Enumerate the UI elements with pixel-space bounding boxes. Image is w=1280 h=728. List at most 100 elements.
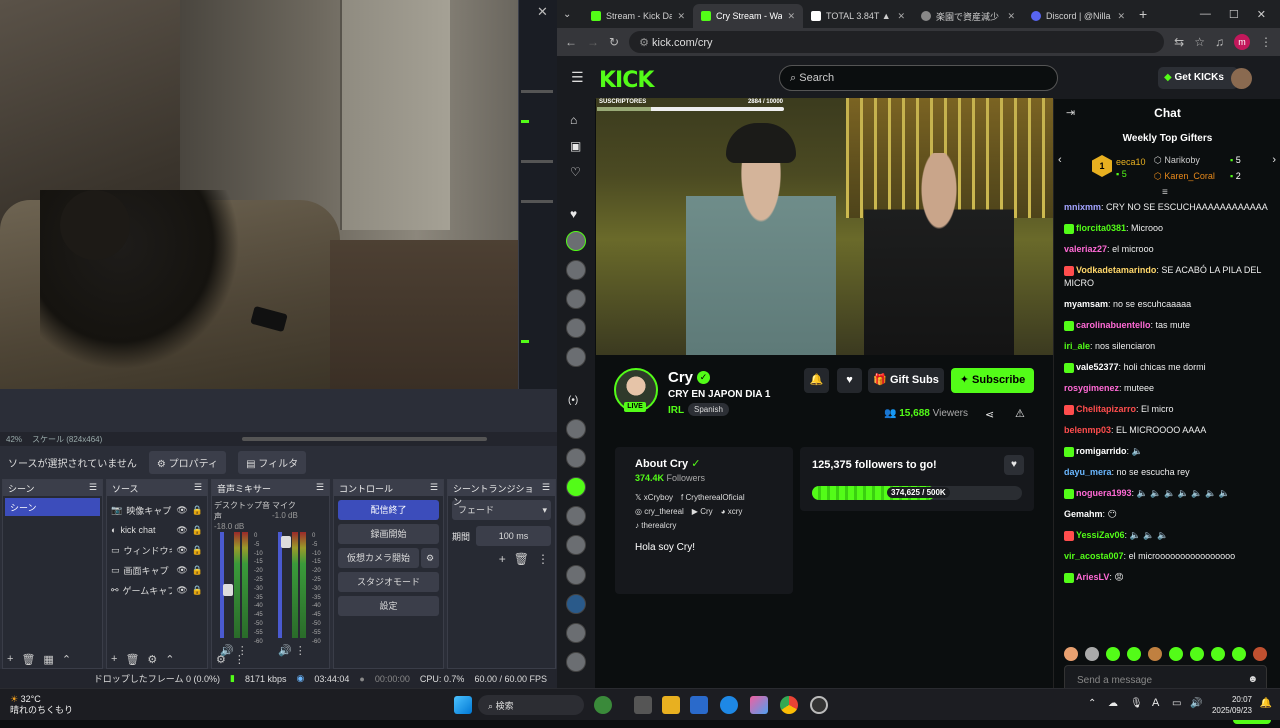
chat-username[interactable]: vir_acosta007 xyxy=(1064,551,1124,561)
add-icon[interactable]: + xyxy=(499,552,506,566)
chevron-right-icon[interactable]: › xyxy=(1272,154,1276,166)
get-kicks-button[interactable]: ◆ Get KICKs xyxy=(1158,67,1238,89)
volume-fader[interactable] xyxy=(278,532,291,638)
followed-channel-avatar[interactable] xyxy=(566,347,586,367)
taskbar-search[interactable]: ⌕ 検索 xyxy=(478,695,584,715)
up-icon[interactable]: ⌃ xyxy=(62,653,71,666)
onedrive-icon[interactable]: ☁ xyxy=(1108,698,1118,709)
source-row[interactable]: ◐ kick chat 👁 🔒 xyxy=(107,520,207,540)
emote-icon[interactable] xyxy=(1253,647,1267,661)
home-icon[interactable]: ⌂ xyxy=(570,113,577,127)
gift-subs-button[interactable]: 🎁 Gift Subs xyxy=(868,368,944,393)
chat-username[interactable]: YessiZav06 xyxy=(1076,530,1125,540)
close-icon[interactable]: ✕ xyxy=(1007,11,1015,22)
subscribe-button[interactable]: ✦ Subscribe xyxy=(951,368,1034,393)
start-recording-button[interactable]: 録画開始 xyxy=(338,524,439,544)
settings-button[interactable]: 設定 xyxy=(338,596,439,616)
up-icon[interactable]: ⌃ xyxy=(165,653,174,666)
volume-icon[interactable]: 🔊 xyxy=(1190,698,1202,709)
dock-menu-icon[interactable]: ☰ xyxy=(194,482,202,494)
chat-username[interactable]: carolinabuentello xyxy=(1076,320,1151,330)
video-player[interactable] xyxy=(596,98,1053,355)
chat-username[interactable]: iri_ale xyxy=(1064,341,1090,351)
obs-icon[interactable] xyxy=(810,696,828,714)
source-row[interactable]: ⚯ ゲームキャプ 👁 🔒 xyxy=(107,580,207,600)
widgets-icon[interactable] xyxy=(594,696,612,714)
media-icon[interactable]: ♫ xyxy=(1215,35,1224,49)
kick-logo[interactable]: KICK xyxy=(599,68,654,93)
recommended-channel-avatar[interactable] xyxy=(566,477,586,497)
close-icon[interactable]: ✕ xyxy=(897,11,905,22)
chevron-up-icon[interactable]: ⌃ xyxy=(1088,698,1096,709)
menu-dots-icon[interactable]: ⋮ xyxy=(1260,35,1272,49)
social-link-youtube[interactable]: ▶ Cry xyxy=(692,507,713,516)
chat-username[interactable]: romigarrido xyxy=(1076,446,1127,456)
filter-icon[interactable]: ▦ xyxy=(43,653,53,666)
tab-discord[interactable]: Discord | @Nilla ✕ xyxy=(1023,4,1133,28)
scene-item[interactable]: シーン xyxy=(5,498,100,516)
chat-username[interactable]: Chelitapizarro xyxy=(1076,404,1136,414)
recommended-channel-avatar[interactable] xyxy=(566,448,586,468)
new-tab-icon[interactable]: + xyxy=(1139,6,1147,22)
social-link-instagram[interactable]: ◎ cry_thereal xyxy=(635,507,684,516)
ime-icon[interactable]: A xyxy=(1152,697,1159,709)
social-link-discord[interactable]: ◕ xcry xyxy=(721,507,743,516)
social-link-facebook[interactable]: f CrytherealOficial xyxy=(681,493,745,502)
chat-username[interactable]: dayu_mera xyxy=(1064,467,1112,477)
eye-icon[interactable]: 👁 xyxy=(176,585,187,596)
more-icon[interactable]: ⋮ xyxy=(295,645,306,657)
report-warning-icon[interactable]: ⚠ xyxy=(1015,407,1025,420)
maximize-icon[interactable]: ☐ xyxy=(1229,8,1239,21)
task-view-icon[interactable] xyxy=(634,696,652,714)
start-windows-icon[interactable] xyxy=(454,696,472,714)
chat-username[interactable]: myamsam xyxy=(1064,299,1108,309)
emote-icon[interactable] xyxy=(1085,647,1099,661)
more-icon[interactable]: ⋮ xyxy=(537,552,549,566)
emote-icon[interactable] xyxy=(1064,647,1078,661)
emote-icon[interactable] xyxy=(1211,647,1225,661)
chat-username[interactable]: Vodkadetamarindo xyxy=(1076,265,1156,275)
add-icon[interactable]: + xyxy=(111,653,117,666)
following-heart-icon[interactable]: ♡ xyxy=(570,165,581,179)
follow-heart-icon[interactable]: ♥ xyxy=(837,368,862,393)
transition-select[interactable]: フェード ▾ xyxy=(452,500,551,520)
pinned-toggle-icon[interactable]: ≡ xyxy=(1162,187,1168,198)
chat-username[interactable]: mnixmm xyxy=(1064,202,1101,212)
close-icon[interactable]: ✕ xyxy=(677,11,685,22)
close-window-icon[interactable]: ✕ xyxy=(1257,8,1266,21)
source-row[interactable]: ▭ 画面キャプ 👁 🔒 xyxy=(107,560,207,580)
trash-icon[interactable]: 🗑 xyxy=(125,653,139,666)
hamburger-menu-icon[interactable]: ☰ xyxy=(571,69,584,86)
copilot-icon[interactable] xyxy=(750,696,768,714)
reload-icon[interactable]: ↻ xyxy=(609,35,619,49)
search-input[interactable]: ⌕ Search xyxy=(779,65,1058,91)
virtual-camera-button[interactable]: 仮想カメラ開始 xyxy=(338,548,419,568)
lock-icon[interactable]: 🔒 xyxy=(192,565,203,576)
lock-icon[interactable]: 🔒 xyxy=(192,585,203,596)
source-row[interactable]: ▭ ウィンドウキ 👁 🔒 xyxy=(107,540,207,560)
speaker-icon[interactable]: 🔊 xyxy=(278,645,292,657)
share-icon[interactable]: ⋖ xyxy=(985,408,994,421)
dock-menu-icon[interactable]: ☰ xyxy=(89,482,97,494)
emote-icon[interactable] xyxy=(1106,647,1120,661)
edge-icon[interactable] xyxy=(720,696,738,714)
social-link-x[interactable]: 𝕏 xCryboy xyxy=(635,493,673,502)
duration-input[interactable]: 100 ms xyxy=(476,526,551,546)
preview-scrollbar[interactable] xyxy=(242,437,487,441)
user-avatar[interactable] xyxy=(1231,68,1252,89)
gear-icon[interactable]: ⚙ xyxy=(421,548,439,568)
bell-icon[interactable]: 🔔 xyxy=(804,368,829,393)
zoom-level[interactable]: 42% xyxy=(6,435,22,444)
translate-icon[interactable]: ⇆ xyxy=(1174,35,1184,49)
recommended-channel-avatar[interactable] xyxy=(566,594,586,614)
gear-icon[interactable]: ⚙ xyxy=(216,653,226,666)
dock-menu-icon[interactable]: ☰ xyxy=(316,482,324,494)
eye-icon[interactable]: 👁 xyxy=(176,545,187,556)
emoji-icon[interactable]: ☻ xyxy=(1247,674,1258,685)
chat-username[interactable]: florcita0381 xyxy=(1076,223,1126,233)
dock-menu-icon[interactable]: ☰ xyxy=(542,482,550,494)
chat-username[interactable]: Gemahm xyxy=(1064,509,1103,519)
emote-icon[interactable] xyxy=(1169,647,1183,661)
recommended-channel-avatar[interactable] xyxy=(566,565,586,585)
close-icon[interactable]: ✕ xyxy=(537,4,548,20)
